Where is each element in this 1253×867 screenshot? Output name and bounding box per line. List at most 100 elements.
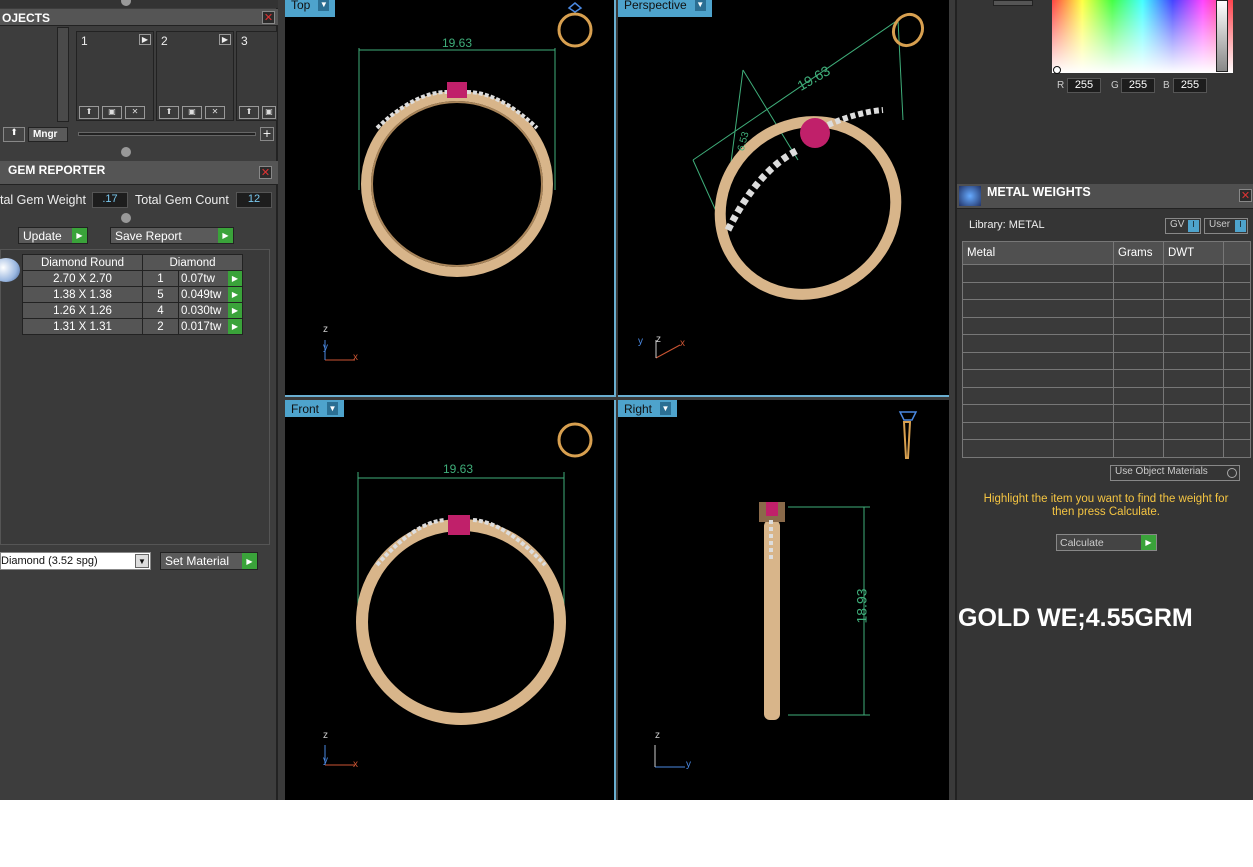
right-view-drawing [654,411,918,768]
up-icon[interactable]: ⬆ [239,106,259,119]
gv-toggle[interactable]: GV I [1165,218,1201,234]
delete-icon[interactable]: ✕ [125,106,145,119]
total-gem-count-label: Total Gem Count [135,193,229,207]
use-object-materials-toggle[interactable]: Use Object Materials [1110,465,1240,481]
table-cell [1163,351,1224,370]
go-icon[interactable]: ▶ [228,271,242,286]
set-material-button[interactable]: Set Material ▶ [160,552,258,570]
save-report-button[interactable]: Save Report ▶ [110,227,234,244]
gem-size: 1.26 X 1.26 [22,302,143,319]
table-row[interactable] [962,316,1251,335]
table-cell [1163,421,1224,440]
viewport-perspective[interactable]: Perspective ▼ 19.63 6.53 y z x [618,0,949,397]
close-icon[interactable]: ✕ [259,166,272,179]
table-row[interactable] [962,439,1251,458]
table-row[interactable]: 2.70 X 2.70 1 0.07tw ▶ [22,270,243,287]
gem-weight-cell: 0.017tw ▶ [178,318,243,335]
up-arrow-button[interactable]: ⬆ [3,127,25,142]
object-slot-1[interactable]: 1 ▶ ⬆ ▣ ✕ [76,31,154,121]
slot-label: 1 [81,34,88,48]
up-icon[interactable]: ⬆ [79,106,99,119]
color-spectrum[interactable] [1052,0,1233,73]
table-row[interactable] [962,351,1251,370]
collapse-icon[interactable] [121,213,131,223]
table-cell [1113,404,1164,423]
mngr-button[interactable]: Mngr [28,127,68,142]
viewport-top[interactable]: Top ▼ 19.63 z y x [285,0,616,397]
user-toggle[interactable]: User I [1204,218,1248,234]
play-icon[interactable]: ▶ [219,34,231,45]
close-icon[interactable]: ✕ [262,11,275,24]
go-icon: ▶ [72,228,87,243]
table-row[interactable] [962,334,1251,353]
table-row[interactable] [962,264,1251,283]
table-cell [1223,264,1251,283]
table-cell [1223,334,1251,353]
gem-table-header: Diamond Round Diamond [22,254,243,271]
collapse-icon[interactable] [121,147,131,157]
objects-slider[interactable] [78,132,256,136]
add-icon[interactable]: + [260,127,274,141]
objects-scrollbar[interactable] [57,27,69,122]
up-icon[interactable]: ⬆ [159,106,179,119]
table-row[interactable] [962,369,1251,388]
perspective-drawing [655,12,925,359]
table-cell [1223,299,1251,318]
table-cell [1113,316,1164,335]
go-icon[interactable]: ▶ [228,303,242,318]
total-gem-weight-value: .17 [92,192,128,208]
table-row[interactable] [962,404,1251,423]
table-cell [962,334,1114,353]
save-icon[interactable]: ▣ [102,106,122,119]
table-cell [1163,264,1224,283]
delete-icon[interactable]: ✕ [205,106,225,119]
calculate-button[interactable]: Calculate ▶ [1056,534,1157,551]
save-report-label: Save Report [115,228,182,243]
column-header: DWT [1163,241,1224,265]
axis-y-label: y [686,759,691,770]
color-tab[interactable] [993,0,1033,6]
table-cell [1113,351,1164,370]
objects-title: OJECTS [2,11,51,25]
object-slot-3[interactable]: 3 ⬆ ▣ [236,31,278,121]
axis-y-label: y [323,342,328,353]
slot-controls: ⬆ ▣ ✕ [79,106,145,119]
table-row[interactable]: 1.31 X 1.31 2 0.017tw ▶ [22,318,243,335]
b-field[interactable]: 255 [1173,78,1207,93]
table-row[interactable] [962,281,1251,300]
table-cell [1223,281,1251,300]
go-icon: ▶ [218,228,233,243]
g-field[interactable]: 255 [1121,78,1155,93]
metal-icon [959,186,981,206]
table-cell [962,299,1114,318]
table-cell [1113,334,1164,353]
play-icon[interactable]: ▶ [139,34,151,45]
object-slot-2[interactable]: 2 ▶ ⬆ ▣ ✕ [156,31,234,121]
r-field[interactable]: 255 [1067,78,1101,93]
save-icon[interactable]: ▣ [262,106,276,119]
dimension-label: 18.93 [853,588,870,624]
brightness-slider[interactable] [1216,0,1228,72]
save-icon[interactable]: ▣ [182,106,202,119]
go-icon[interactable]: ▶ [228,319,242,334]
gem-weight-cell: 0.049tw ▶ [178,286,243,303]
top-strip [0,0,278,8]
table-cell [962,351,1114,370]
table-row[interactable] [962,386,1251,405]
table-row[interactable]: 1.26 X 1.26 4 0.030tw ▶ [22,302,243,319]
table-row[interactable] [962,299,1251,318]
viewport-right[interactable]: Right ▼ 18.93 z y [618,400,949,800]
update-button[interactable]: Update ▶ [18,227,88,244]
front-view-drawing [324,422,593,766]
close-icon[interactable]: ✕ [1239,189,1252,202]
collapse-icon[interactable] [121,0,131,6]
table-row[interactable] [962,421,1251,440]
table-cell [1163,299,1224,318]
gem-size: 1.31 X 1.31 [22,318,143,335]
table-row[interactable]: 1.38 X 1.38 5 0.049tw ▶ [22,286,243,303]
viewport-front[interactable]: Front ▼ 19.63 z y x [285,400,616,800]
go-icon[interactable]: ▶ [228,287,242,302]
axis-z-label: z [655,730,660,741]
color-picker-cursor[interactable] [1053,66,1061,74]
material-select[interactable]: Diamond (3.52 spg) ▼ [0,552,151,570]
